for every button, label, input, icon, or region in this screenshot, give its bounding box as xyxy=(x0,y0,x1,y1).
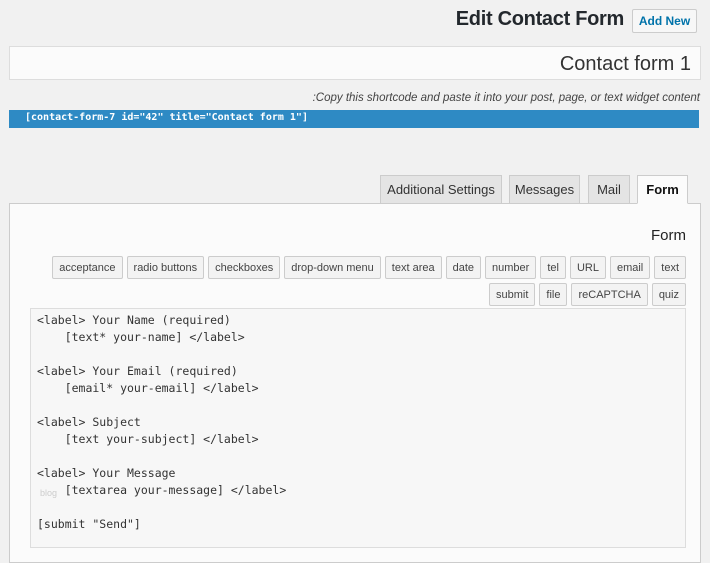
tag-buttons-row: submit file reCAPTCHA quiz xyxy=(489,283,686,306)
tag-button-drop-down-menu[interactable]: drop-down menu xyxy=(284,256,381,279)
tag-button-quiz[interactable]: quiz xyxy=(651,283,686,306)
tag-button-acceptance[interactable]: acceptance xyxy=(52,256,123,279)
tag-button-radio-buttons[interactable]: radio buttons xyxy=(126,256,205,279)
add-new-button[interactable]: Add New xyxy=(632,9,697,33)
tag-button-url[interactable]: URL xyxy=(569,256,606,279)
shortcode-field[interactable]: [contact-form-7 id="42" title="Contact f… xyxy=(9,110,699,128)
tag-button-tel[interactable]: tel xyxy=(540,256,566,279)
form-title-input[interactable]: Contact form 1 xyxy=(9,46,701,80)
tag-button-email[interactable]: email xyxy=(609,256,651,279)
watermark: blog xyxy=(40,488,58,498)
page-title: Edit Contact Form xyxy=(455,8,625,30)
shortcode-hint: :Copy this shortcode and paste it into y… xyxy=(312,92,700,104)
tag-button-text[interactable]: text xyxy=(654,256,686,279)
tab-additional-settings[interactable]: Additional Settings xyxy=(380,175,502,204)
panel-heading: Form xyxy=(651,227,686,244)
tab-mail[interactable]: Mail xyxy=(588,175,630,204)
tag-button-file[interactable]: file xyxy=(539,283,568,306)
tag-button-number[interactable]: number xyxy=(485,256,537,279)
tab-messages[interactable]: Messages xyxy=(509,175,580,204)
form-editor-textarea[interactable]: <label> Your Name (required) [text* your… xyxy=(30,308,686,548)
tag-button-submit[interactable]: submit xyxy=(489,283,536,306)
tag-button-date[interactable]: date xyxy=(445,256,482,279)
tag-button-recaptcha[interactable]: reCAPTCHA xyxy=(571,283,648,306)
tag-button-text-area[interactable]: text area xyxy=(384,256,442,279)
tag-buttons-row: acceptance radio buttons checkboxes drop-do… xyxy=(52,256,686,279)
tab-form[interactable]: Form xyxy=(637,175,688,204)
tag-button-checkboxes[interactable]: checkboxes xyxy=(208,256,281,279)
